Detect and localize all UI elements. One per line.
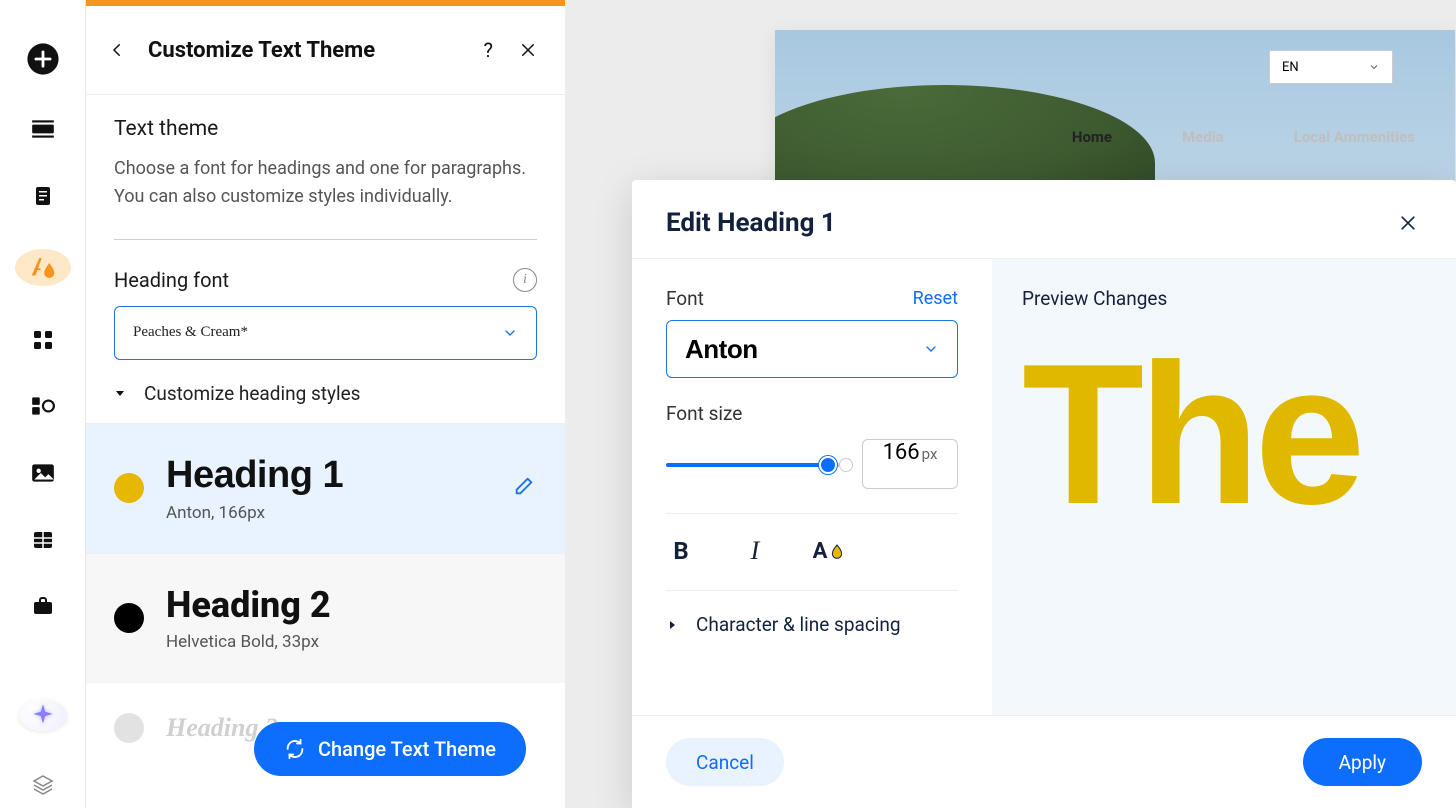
spacing-toggle[interactable]: Character & line spacing — [666, 590, 958, 636]
close-icon — [1398, 213, 1418, 233]
image-icon — [30, 460, 56, 486]
layers-icon — [31, 773, 55, 797]
change-theme-label: Change Text Theme — [318, 737, 496, 761]
nav-media[interactable]: Media — [1182, 128, 1224, 146]
chevron-down-icon — [1368, 61, 1380, 73]
left-rail — [0, 0, 85, 808]
heading-sub: Helvetica Bold, 33px — [166, 632, 537, 652]
rail-add[interactable] — [23, 42, 63, 76]
page-nav: Home Media Local Ammenities — [1072, 128, 1415, 146]
rail-pages[interactable] — [23, 183, 63, 210]
close-icon — [519, 41, 537, 59]
font-size-slider[interactable] — [666, 455, 844, 473]
section-title: Text theme — [114, 117, 537, 141]
rail-section[interactable] — [23, 116, 63, 143]
chevron-down-icon — [502, 325, 518, 341]
heading-title: Heading 2 — [166, 584, 537, 626]
chevron-down-icon — [923, 341, 939, 357]
dialog-close-button[interactable] — [1394, 209, 1422, 237]
language-select[interactable]: EN — [1269, 50, 1393, 84]
chevron-left-icon — [108, 41, 126, 59]
heading-font-row: Heading font i — [86, 268, 565, 292]
text-theme-section: Text theme Choose a font for headings an… — [86, 117, 565, 211]
sparkle-icon — [30, 702, 56, 728]
close-panel-button[interactable] — [515, 37, 541, 63]
rail-table[interactable] — [23, 526, 63, 553]
customize-heading-label: Customize heading styles — [144, 382, 360, 405]
briefcase-icon — [31, 594, 55, 618]
pencil-icon — [513, 475, 535, 497]
color-dot — [114, 713, 144, 743]
back-button[interactable] — [104, 37, 130, 63]
divider — [114, 239, 537, 240]
triangle-right-icon — [666, 619, 678, 631]
text-color-button[interactable]: A — [814, 536, 844, 566]
sidebar-panel: Customize Text Theme ? Text theme Choose… — [85, 0, 565, 808]
font-size-unit: px — [922, 445, 938, 463]
plus-circle-icon — [26, 42, 60, 76]
heading-font-value: Peaches & Cream* — [133, 324, 248, 341]
change-text-theme-button[interactable]: Change Text Theme — [254, 722, 526, 776]
refresh-icon — [284, 738, 306, 760]
rail-layers[interactable] — [23, 771, 63, 798]
rail-apps[interactable] — [23, 326, 63, 353]
font-size-value: 166 — [883, 440, 920, 465]
rail-theme[interactable] — [15, 249, 71, 286]
dialog-footer: Cancel Apply — [632, 716, 1456, 808]
font-size-input[interactable]: 166px — [862, 439, 958, 489]
dialog-preview: Preview Changes The — [992, 259, 1456, 715]
rail-widgets[interactable] — [23, 393, 63, 420]
widget-icon — [30, 393, 56, 419]
text-theme-icon — [28, 253, 58, 283]
bold-button[interactable]: B — [666, 536, 696, 566]
font-size-label: Font size — [666, 402, 742, 425]
edit-heading-button[interactable] — [513, 475, 535, 501]
format-row: B I A — [666, 513, 958, 566]
reset-button[interactable]: Reset — [913, 288, 958, 309]
table-icon — [31, 528, 55, 552]
page-icon — [31, 184, 55, 208]
font-value: Anton — [685, 334, 758, 365]
spacing-label: Character & line spacing — [696, 613, 901, 636]
font-select[interactable]: Anton — [666, 320, 958, 378]
rail-ai[interactable] — [19, 700, 67, 732]
section-description: Choose a font for headings and one for p… — [114, 155, 537, 211]
preview-page: EN Home Media Local Ammenities — [775, 30, 1455, 190]
italic-button[interactable]: I — [740, 536, 770, 566]
dialog-header: Edit Heading 1 — [632, 180, 1456, 258]
dialog-title: Edit Heading 1 — [666, 208, 836, 238]
edit-heading-dialog: Edit Heading 1 Font Reset Anton Font siz… — [632, 180, 1456, 808]
preview-label: Preview Changes — [1022, 287, 1426, 310]
language-value: EN — [1282, 60, 1299, 75]
heading-font-label: Heading font — [114, 268, 229, 292]
panel-title: Customize Text Theme — [148, 38, 462, 63]
rail-media[interactable] — [23, 460, 63, 487]
customize-heading-toggle[interactable]: Customize heading styles — [86, 360, 565, 423]
nav-amenities[interactable]: Local Ammenities — [1294, 128, 1415, 146]
help-button[interactable]: ? — [480, 34, 497, 66]
heading-sub: Anton, 166px — [166, 503, 537, 523]
drop-icon — [829, 541, 845, 561]
panel-header: Customize Text Theme ? — [86, 6, 565, 94]
color-dot — [114, 473, 144, 503]
heading-font-select[interactable]: Peaches & Cream* — [114, 306, 537, 360]
cancel-button[interactable]: Cancel — [666, 738, 784, 786]
heading-row-1[interactable]: Heading 1 Anton, 166px — [86, 423, 565, 553]
info-icon[interactable]: i — [513, 268, 537, 292]
nav-home[interactable]: Home — [1072, 128, 1112, 146]
section-icon — [30, 116, 56, 142]
heading-row-2[interactable]: Heading 2 Helvetica Bold, 33px — [86, 553, 565, 682]
dialog-controls: Font Reset Anton Font size 166px — [632, 259, 992, 715]
apply-button[interactable]: Apply — [1303, 738, 1422, 786]
rail-business[interactable] — [23, 593, 63, 620]
preview-text: The — [1022, 350, 1426, 520]
font-label: Font — [666, 287, 704, 310]
triangle-down-icon — [114, 387, 126, 399]
grid-icon — [31, 328, 55, 352]
heading-title: Heading 1 — [166, 454, 537, 497]
color-dot — [114, 603, 144, 633]
